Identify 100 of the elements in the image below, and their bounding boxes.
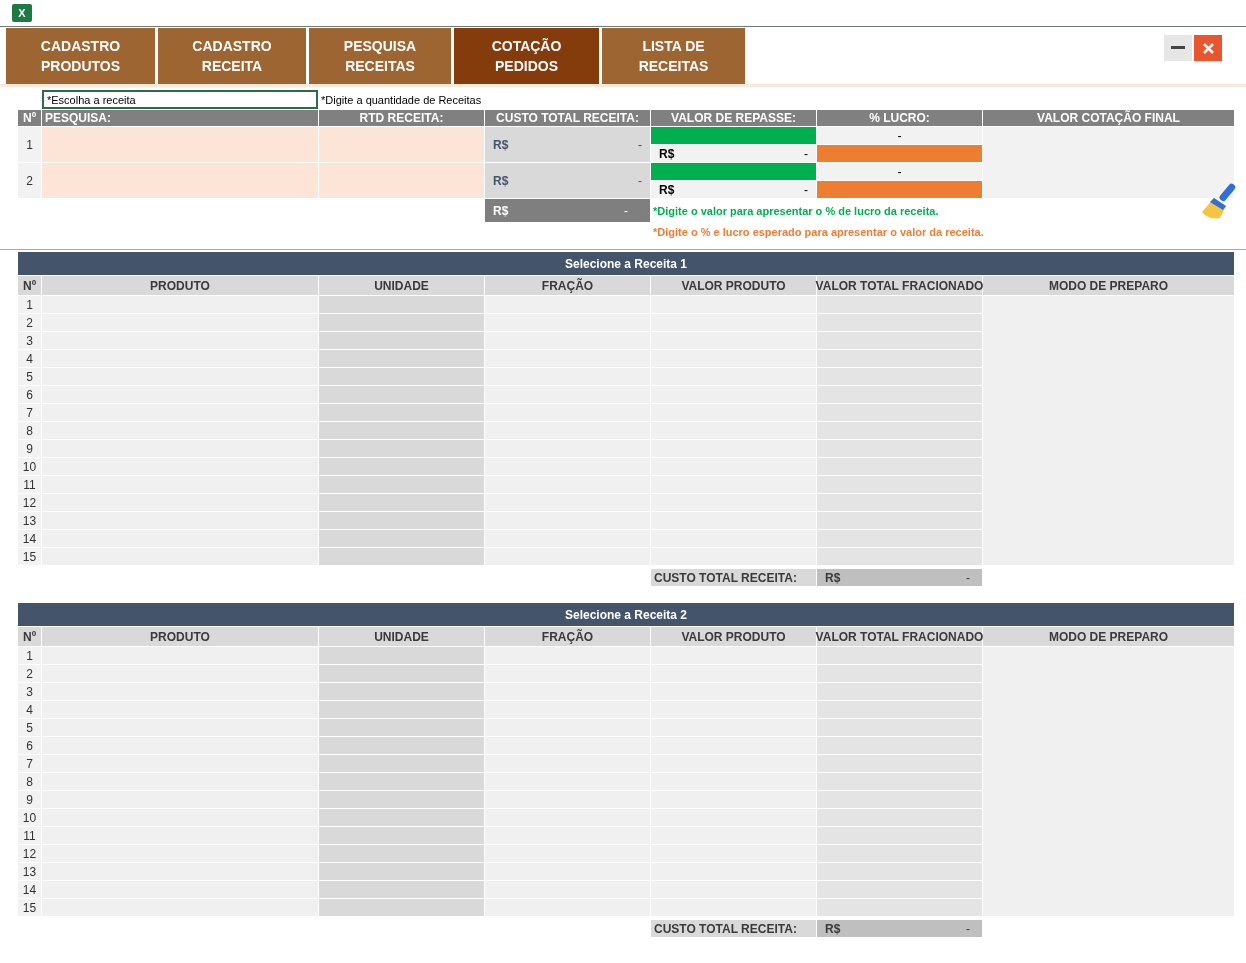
fraction-cell[interactable] [485,368,650,385]
profit-input[interactable] [817,145,982,162]
profit-value: - [817,127,982,144]
fraction-cell[interactable] [485,548,650,565]
rtd-cell[interactable] [319,163,484,198]
row-number: 12 [18,494,41,511]
product-cell[interactable] [42,827,318,844]
product-cell[interactable] [42,719,318,736]
fraction-cell[interactable] [485,719,650,736]
column-header: VALOR TOTAL FRACIONADO [817,627,982,646]
fraction-cell[interactable] [485,647,650,664]
fraction-cell[interactable] [485,665,650,682]
close-button[interactable] [1194,35,1222,61]
fraction-cell[interactable] [485,755,650,772]
fraction-cell[interactable] [485,386,650,403]
fraction-cell[interactable] [485,683,650,700]
product-cell[interactable] [42,512,318,529]
row-number: 12 [18,845,41,862]
preparation-cell[interactable] [983,647,1234,916]
fraction-cell[interactable] [485,827,650,844]
product-cell[interactable] [42,386,318,403]
product-cell[interactable] [42,809,318,826]
currency: R$ [493,203,509,218]
fraction-cell[interactable] [485,458,650,475]
search-cell[interactable] [42,127,318,162]
row-number: 2 [18,314,41,331]
row-number: 9 [18,791,41,808]
section-banner: Selecione a Receita 2 [18,603,1234,626]
row-number: 2 [18,665,41,682]
fraction-cell[interactable] [485,296,650,313]
product-cell[interactable] [42,683,318,700]
product-cell[interactable] [42,530,318,547]
row-number: 6 [18,386,41,403]
fraction-cell[interactable] [485,422,650,439]
fraction-cell[interactable] [485,701,650,718]
search-cell[interactable] [42,163,318,198]
fraction-cell[interactable] [485,314,650,331]
product-cell[interactable] [42,899,318,916]
product-cell[interactable] [42,476,318,493]
currency: R$ [825,921,841,936]
resale-input[interactable] [651,127,816,144]
column-header: FRAÇÃO [485,627,650,646]
product-cell[interactable] [42,296,318,313]
rtd-cell[interactable] [319,127,484,162]
fraction-cell[interactable] [485,809,650,826]
fraction-cell[interactable] [485,512,650,529]
nav-button[interactable]: CADASTRO PRODUTOS [6,28,155,84]
profit-input[interactable] [817,181,982,198]
nav-button[interactable]: PESQUISA RECEITAS [309,28,451,84]
nav-button[interactable]: LISTA DE RECEITAS [602,28,745,84]
nav-button[interactable]: CADASTRO RECEITA [158,28,306,84]
column-header: MODO DE PREPARO [983,627,1234,646]
fraction-cell[interactable] [485,899,650,916]
product-cell[interactable] [42,791,318,808]
product-cell[interactable] [42,863,318,880]
product-cell[interactable] [42,440,318,457]
product-cell[interactable] [42,494,318,511]
fraction-cell[interactable] [485,404,650,421]
row-number: 10 [18,458,41,475]
product-cell[interactable] [42,458,318,475]
fraction-cell[interactable] [485,476,650,493]
product-cell[interactable] [42,404,318,421]
minimize-button[interactable] [1164,35,1192,61]
fraction-cell[interactable] [485,530,650,547]
cost-value: - [638,173,642,188]
fraction-cell[interactable] [485,350,650,367]
fraction-cell[interactable] [485,845,650,862]
row-number: 2 [18,163,41,198]
product-cell[interactable] [42,881,318,898]
preparation-cell[interactable] [983,296,1234,565]
row-number: 15 [18,548,41,565]
fraction-cell[interactable] [485,773,650,790]
column-header: Nº [18,110,41,126]
nav-button[interactable]: COTAÇÃO PEDIDOS [454,28,599,84]
fraction-cell[interactable] [485,440,650,457]
fraction-cell[interactable] [485,737,650,754]
total-label: CUSTO TOTAL RECEITA: [651,569,816,586]
product-cell[interactable] [42,755,318,772]
product-cell[interactable] [42,422,318,439]
product-cell[interactable] [42,548,318,565]
fraction-cell[interactable] [485,791,650,808]
product-cell[interactable] [42,773,318,790]
product-cell[interactable] [42,332,318,349]
fraction-cell[interactable] [485,881,650,898]
product-cell[interactable] [42,314,318,331]
product-cell[interactable] [42,737,318,754]
resale-input[interactable] [651,163,816,180]
product-cell[interactable] [42,647,318,664]
product-cell[interactable] [42,665,318,682]
product-cell[interactable] [42,701,318,718]
product-cell[interactable] [42,368,318,385]
row-number: 8 [18,422,41,439]
product-cell[interactable] [42,350,318,367]
column-header: RTD RECEITA: [319,110,484,126]
fraction-cell[interactable] [485,332,650,349]
recipe-search-field[interactable]: *Escolha a receita [42,90,318,109]
row-number: 14 [18,881,41,898]
fraction-cell[interactable] [485,863,650,880]
fraction-cell[interactable] [485,494,650,511]
product-cell[interactable] [42,845,318,862]
